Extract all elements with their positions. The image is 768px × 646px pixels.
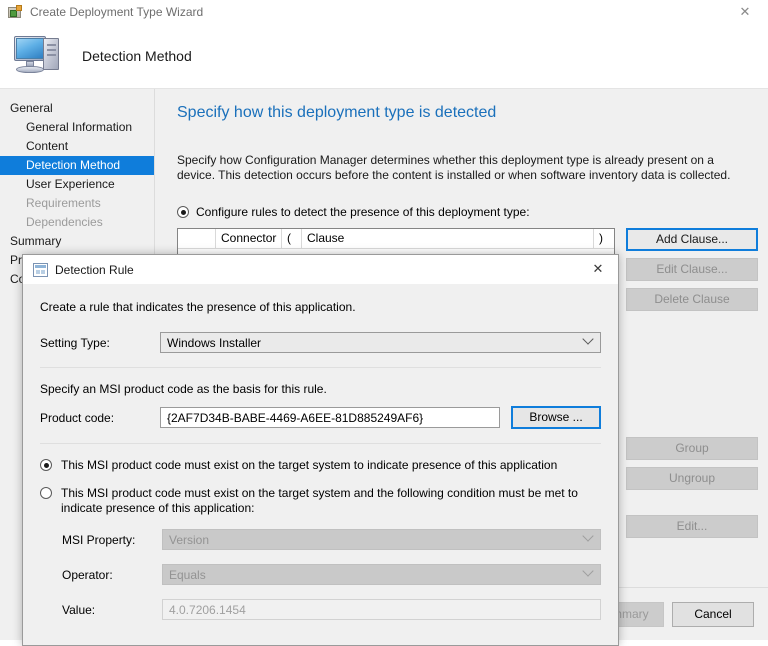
- sidebar-item-user-experience[interactable]: User Experience: [0, 175, 154, 194]
- radio-code-with-condition-indicator[interactable]: [40, 487, 52, 499]
- operator-label: Operator:: [62, 568, 162, 582]
- column-header-close-paren[interactable]: ): [594, 229, 614, 248]
- column-header-clause[interactable]: Clause: [302, 229, 594, 248]
- clause-table-header: Connector ( Clause ): [178, 229, 614, 249]
- value-input[interactable]: 4.0.7206.1454: [162, 599, 601, 620]
- ungroup-button[interactable]: Ungroup: [626, 467, 758, 490]
- radio-code-with-condition[interactable]: This MSI product code must exist on the …: [40, 486, 601, 516]
- msi-note: Specify an MSI product code as the basis…: [40, 382, 601, 396]
- condition-fields: MSI Property: Version Operator: Equals V…: [40, 529, 601, 620]
- divider-1: [40, 367, 601, 368]
- delete-clause-button[interactable]: Delete Clause: [626, 288, 758, 311]
- group-button[interactable]: Group: [626, 437, 758, 460]
- chevron-down-icon: [582, 530, 593, 541]
- edit-clause-button[interactable]: Edit Clause...: [626, 258, 758, 281]
- main-description: Specify how Configuration Manager determ…: [177, 153, 737, 183]
- wizard-window-icon: [8, 4, 24, 20]
- radio-configure-rules[interactable]: Configure rules to detect the presence o…: [177, 205, 758, 219]
- radio-configure-rules-indicator[interactable]: [177, 206, 189, 218]
- radio-configure-rules-label: Configure rules to detect the presence o…: [196, 205, 530, 219]
- sidebar-item-general[interactable]: General: [0, 99, 154, 118]
- msi-property-label: MSI Property:: [62, 533, 162, 547]
- setting-type-label: Setting Type:: [40, 336, 160, 350]
- add-clause-button[interactable]: Add Clause...: [626, 228, 758, 251]
- setting-type-row: Setting Type: Windows Installer: [40, 332, 601, 353]
- sidebar-item-general-information[interactable]: General Information: [0, 118, 154, 137]
- window-title: Create Deployment Type Wizard: [30, 5, 203, 19]
- chevron-down-icon: [582, 565, 593, 576]
- edit-button[interactable]: Edit...: [626, 515, 758, 538]
- wizard-header: Detection Method: [0, 24, 768, 89]
- product-code-label: Product code:: [40, 411, 160, 425]
- value-row: Value: 4.0.7206.1454: [62, 599, 601, 620]
- sidebar-item-requirements[interactable]: Requirements: [0, 194, 154, 213]
- operator-value: Equals: [169, 568, 206, 582]
- radio-code-must-exist-indicator[interactable]: [40, 459, 52, 471]
- dialog-body: Create a rule that indicates the presenc…: [23, 284, 618, 645]
- browse-button[interactable]: Browse ...: [511, 406, 601, 429]
- sidebar-item-dependencies[interactable]: Dependencies: [0, 213, 154, 232]
- dialog-titlebar: Detection Rule ✕: [23, 255, 618, 284]
- sidebar-item-content[interactable]: Content: [0, 137, 154, 156]
- msi-property-row: MSI Property: Version: [62, 529, 601, 550]
- column-header-open-paren[interactable]: (: [282, 229, 302, 248]
- column-header-blank[interactable]: [178, 229, 216, 248]
- window-close-icon[interactable]: ✕: [722, 0, 768, 24]
- column-header-connector[interactable]: Connector: [216, 229, 282, 248]
- sidebar-item-summary[interactable]: Summary: [0, 232, 154, 251]
- clause-button-column: Add Clause... Edit Clause... Delete Clau…: [626, 228, 758, 545]
- dialog-close-icon[interactable]: ✕: [578, 255, 618, 284]
- page-title: Detection Method: [82, 48, 192, 64]
- operator-row: Operator: Equals: [62, 564, 601, 585]
- main-heading: Specify how this deployment type is dete…: [177, 103, 758, 123]
- sidebar-item-detection-method[interactable]: Detection Method: [0, 156, 154, 175]
- msi-property-select[interactable]: Version: [162, 529, 601, 550]
- setting-type-value: Windows Installer: [167, 336, 261, 350]
- product-code-input[interactable]: {2AF7D34B-BABE-4469-A6EE-81D885249AF6}: [160, 407, 500, 428]
- radio-code-with-condition-label: This MSI product code must exist on the …: [61, 486, 601, 516]
- setting-type-select[interactable]: Windows Installer: [160, 332, 601, 353]
- dialog-title: Detection Rule: [55, 263, 134, 277]
- radio-code-must-exist[interactable]: This MSI product code must exist on the …: [40, 458, 601, 473]
- divider-2: [40, 443, 601, 444]
- detection-rule-dialog: Detection Rule ✕ Create a rule that indi…: [22, 254, 619, 646]
- window-titlebar: Create Deployment Type Wizard ✕: [0, 0, 768, 24]
- product-code-row: Product code: {2AF7D34B-BABE-4469-A6EE-8…: [40, 406, 601, 429]
- dialog-intro-text: Create a rule that indicates the presenc…: [40, 300, 601, 314]
- operator-select[interactable]: Equals: [162, 564, 601, 585]
- cancel-button[interactable]: Cancel: [672, 602, 754, 627]
- detection-rule-icon: [33, 263, 48, 277]
- msi-property-value: Version: [169, 533, 209, 547]
- computer-monitor-icon: [12, 32, 64, 80]
- value-label: Value:: [62, 603, 162, 617]
- radio-code-must-exist-label: This MSI product code must exist on the …: [61, 458, 557, 473]
- chevron-down-icon: [582, 333, 593, 344]
